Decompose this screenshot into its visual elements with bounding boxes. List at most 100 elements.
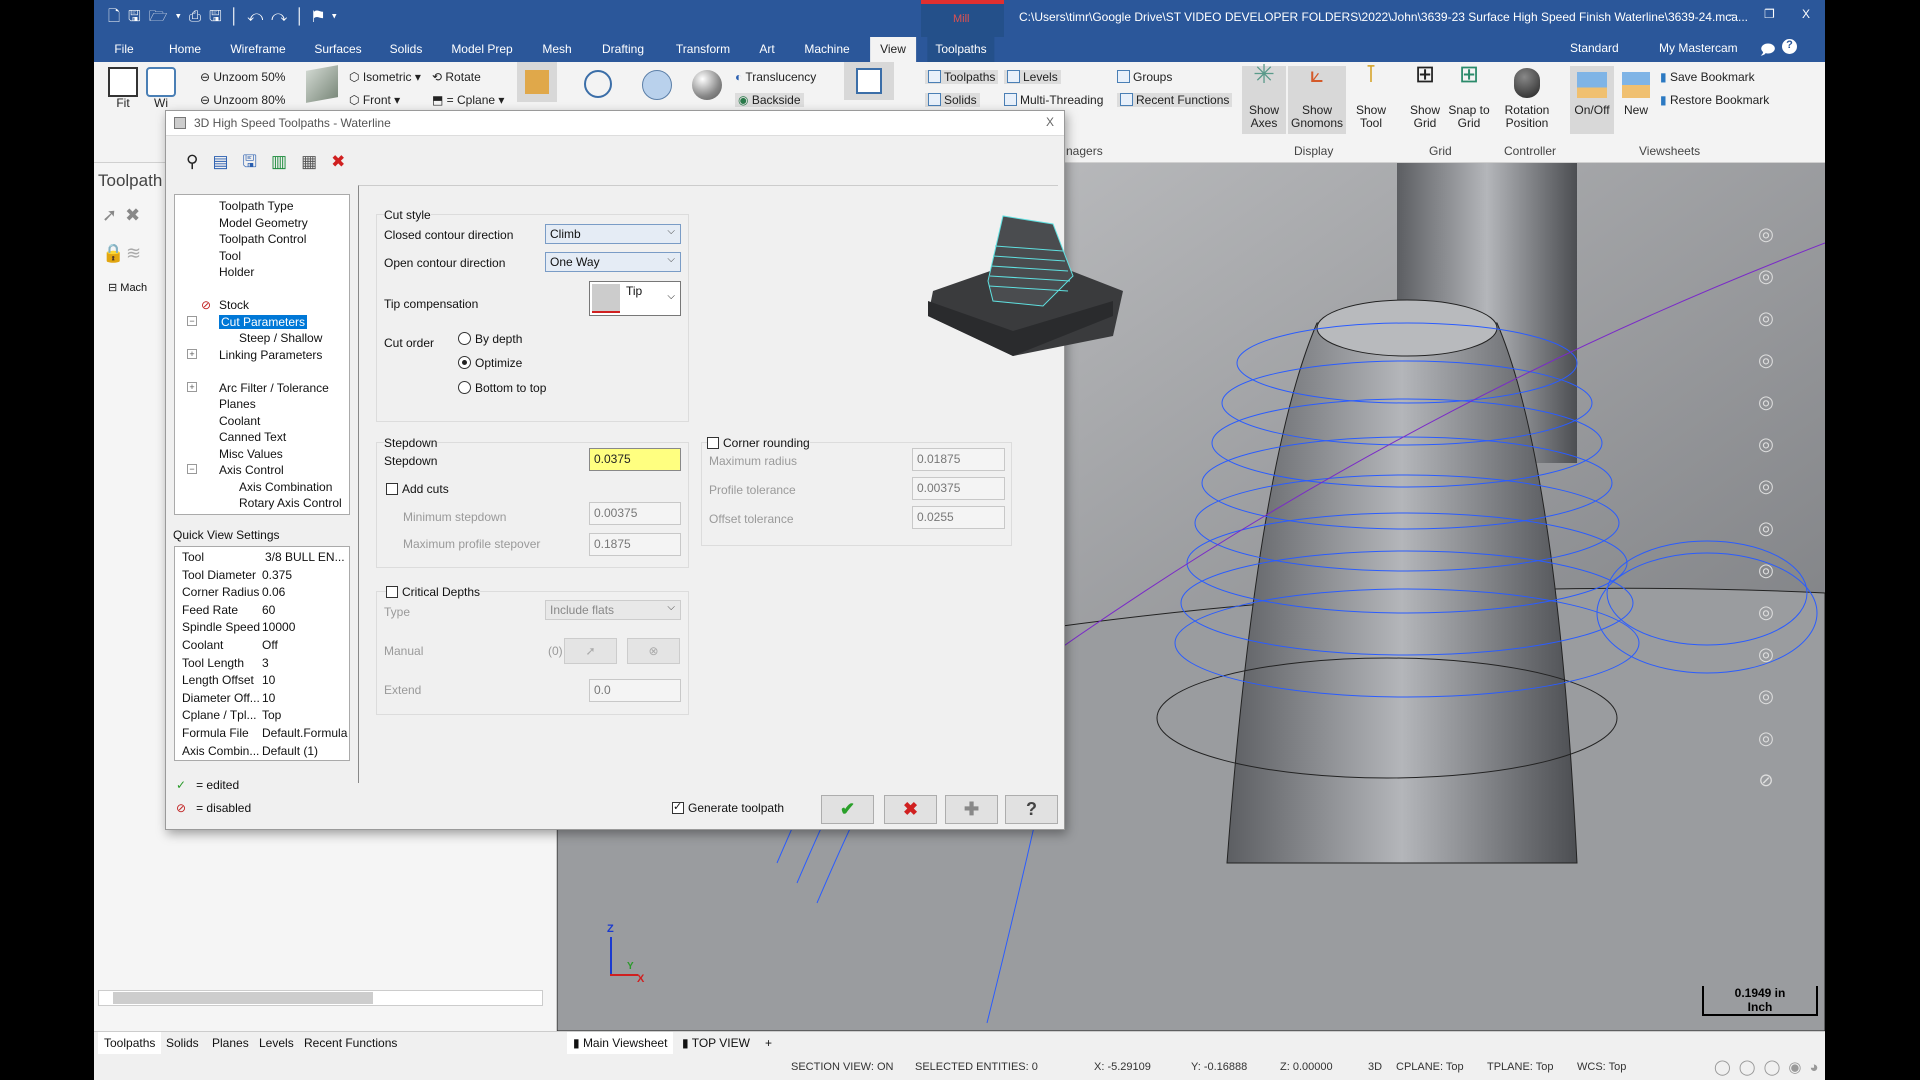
rotate-button[interactable]: ⟲ Rotate — [432, 70, 481, 84]
manager-tab-toolpaths[interactable]: Toolpaths — [98, 1032, 162, 1054]
solids-manager-toggle[interactable]: Solids — [925, 93, 980, 107]
tab-toolpaths[interactable]: Toolpaths — [927, 37, 995, 62]
isometric-button[interactable]: ⬡ Isometric ▾ — [349, 70, 421, 84]
mode-3d-toggle[interactable]: 3D — [1368, 1061, 1382, 1073]
restore-button[interactable]: ❐ — [1764, 7, 1775, 21]
manager-tab-levels[interactable]: Levels — [259, 1036, 294, 1050]
tab-wireframe[interactable]: Wireframe — [230, 42, 285, 56]
new-viewsheet-button[interactable]: New — [1618, 66, 1654, 134]
tab-solids[interactable]: Solids — [390, 42, 423, 56]
tplane-select[interactable]: TPLANE: Top — [1487, 1061, 1553, 1073]
apply-button[interactable]: ✚ — [945, 795, 998, 824]
tree-item[interactable]: Canned Text — [219, 430, 286, 444]
z-coordinate[interactable]: Z: 0.00000 — [1280, 1061, 1333, 1073]
calculator-icon[interactable]: ▦ — [301, 152, 331, 171]
wcs-select[interactable]: WCS: Top — [1577, 1061, 1626, 1073]
tab-surfaces[interactable]: Surfaces — [314, 42, 361, 56]
tree-item[interactable]: Coolant — [219, 414, 260, 428]
tip-compensation-select[interactable]: Tip ⌵ — [589, 281, 681, 316]
viewport-side-toolbar[interactable]: ◎ ◎ ◎ ◎ ◎ ◎ ◎ ◎ ◎ ◎ ◎ ◎ ◎ ⊘ — [1752, 213, 1780, 801]
tab-transform[interactable]: Transform — [676, 42, 730, 56]
cut-order-optimize[interactable]: Optimize — [458, 356, 522, 370]
view-cube-icon[interactable] — [306, 65, 338, 103]
window-zoom-button[interactable]: Wi — [146, 67, 176, 110]
viewsheet-onoff-button[interactable]: On/Off — [1570, 66, 1614, 134]
profile-tolerance-input[interactable]: 0.00375 — [912, 477, 1005, 500]
tree-item[interactable]: Toolpath Control — [219, 232, 306, 246]
backside-button[interactable]: ◉ Backside — [735, 93, 804, 107]
shaded-sphere-icon[interactable] — [642, 70, 672, 100]
cut-order-bottom-to-top[interactable]: Bottom to top — [458, 381, 546, 395]
tree-item[interactable]: − Cut Parameters — [187, 314, 308, 329]
tree-item[interactable]: Toolpath Type — [219, 199, 294, 213]
tool-icon[interactable]: ⚲ — [186, 152, 212, 171]
display-mode-icons[interactable]: ◯◯◯◉◕◑ — [1714, 1058, 1825, 1076]
expander-icon[interactable]: + — [187, 348, 197, 359]
manager-tab-recent-functions[interactable]: Recent Functions — [304, 1036, 397, 1050]
dialog-toolbar[interactable]: ⚲▤🖫▥▦✖ — [186, 149, 359, 178]
parameter-tree[interactable]: Toolpath Type Model Geometry Toolpath Cont… — [174, 194, 350, 515]
critical-type-select[interactable]: Include flats ⌵ — [545, 600, 681, 620]
save-bookmark-button[interactable]: ▮ Save Bookmark — [1660, 70, 1755, 84]
restore-bookmark-button[interactable]: ▮ Restore Bookmark — [1660, 93, 1769, 107]
help-icon[interactable]: ? — [1782, 39, 1797, 54]
cancel-button[interactable]: ✖ — [884, 795, 937, 824]
tree-item[interactable]: Planes — [219, 397, 256, 411]
tree-item[interactable]: Model Geometry — [219, 216, 308, 230]
workspace-select[interactable]: Standard — [1570, 41, 1619, 55]
max-profile-stepover-input[interactable]: 0.1875 — [589, 533, 681, 556]
manager-tab-planes[interactable]: Planes — [212, 1036, 249, 1050]
tab-mesh[interactable]: Mesh — [542, 42, 571, 56]
tree-item[interactable]: Steep / Shallow — [239, 331, 322, 345]
scrollbar-thumb[interactable] — [113, 992, 373, 1004]
cut-order-by-depth[interactable]: By depth — [458, 332, 522, 346]
show-tool-button[interactable]: ⊺ Show Tool — [1352, 63, 1390, 134]
tree-item[interactable]: ⊘ Stock — [201, 298, 249, 312]
machine-group-node[interactable]: ⊟ Mach — [108, 281, 147, 294]
clear-depths-button[interactable]: ⊗ — [627, 638, 680, 664]
multithreading-manager-toggle[interactable]: Multi-Threading — [1004, 93, 1103, 107]
manager-tab-solids[interactable]: Solids — [166, 1036, 199, 1050]
dialog-close-button[interactable]: X — [1046, 115, 1054, 129]
corner-rounding-checkbox[interactable]: Corner rounding — [707, 436, 810, 450]
critical-depths-checkbox[interactable]: Critical Depths — [386, 585, 481, 599]
wave-icon[interactable]: ≋ — [126, 243, 141, 264]
save-icon[interactable]: 🖫 — [243, 152, 271, 171]
tab-view[interactable]: View — [870, 37, 916, 62]
help-button[interactable]: ? — [1005, 795, 1058, 824]
add-viewsheet-button[interactable]: + — [765, 1036, 772, 1050]
close-button[interactable]: X — [1802, 7, 1810, 21]
parameters-icon[interactable]: ▤ — [212, 152, 242, 171]
front-button[interactable]: ⬡ Front ▾ — [349, 93, 400, 107]
recent-functions-toggle[interactable]: Recent Functions — [1117, 93, 1233, 107]
levels-manager-toggle[interactable]: Levels — [1004, 70, 1061, 84]
viewsheet-tab-top-view[interactable]: ▮ TOP VIEW — [682, 1036, 750, 1050]
expander-icon[interactable]: + — [187, 381, 197, 392]
tree-item[interactable]: − Axis Control — [187, 463, 284, 477]
minimize-button[interactable]: ‒ — [1728, 7, 1735, 21]
select-depths-button[interactable]: ➚ — [564, 638, 617, 664]
shading-button[interactable] — [517, 62, 557, 102]
delete-icon[interactable]: ✖ — [331, 152, 359, 171]
stepdown-input[interactable]: 0.0375 — [589, 448, 681, 471]
export-icon[interactable]: ▥ — [271, 152, 301, 171]
show-axes-button[interactable]: ✳ Show Axes — [1242, 61, 1286, 134]
tab-machine[interactable]: Machine — [804, 42, 849, 56]
maximum-radius-input[interactable]: 0.01875 — [912, 448, 1005, 471]
cplane-view-button[interactable]: ⬒ = Cplane ▾ — [432, 93, 504, 107]
generate-toolpath-checkbox[interactable]: Generate toolpath — [672, 800, 784, 815]
lock-icon[interactable]: 🔒 — [102, 243, 124, 264]
show-gnomons-button[interactable]: ⟀ Show Gnomons — [1288, 63, 1346, 134]
tree-item[interactable]: Axis Combination — [239, 480, 332, 494]
tree-item[interactable]: Rotary Axis Control — [239, 496, 342, 510]
tree-item[interactable]: Holder — [219, 265, 254, 279]
tab-art[interactable]: Art — [759, 42, 774, 56]
tab-drafting[interactable]: Drafting — [602, 42, 644, 56]
quick-access-toolbar[interactable]: 🗋🖫🗁▾⎙🖫│↶↷│⚑▾ — [108, 6, 345, 31]
open-contour-select[interactable]: One Way ⌵ — [545, 252, 681, 272]
minimum-stepdown-input[interactable]: 0.00375 — [589, 502, 681, 525]
tree-item[interactable]: + Linking Parameters — [187, 348, 322, 362]
tab-home[interactable]: Home — [169, 42, 201, 56]
groups-manager-toggle[interactable]: Groups — [1117, 70, 1172, 84]
tree-item[interactable]: + Arc Filter / Tolerance — [187, 381, 329, 395]
